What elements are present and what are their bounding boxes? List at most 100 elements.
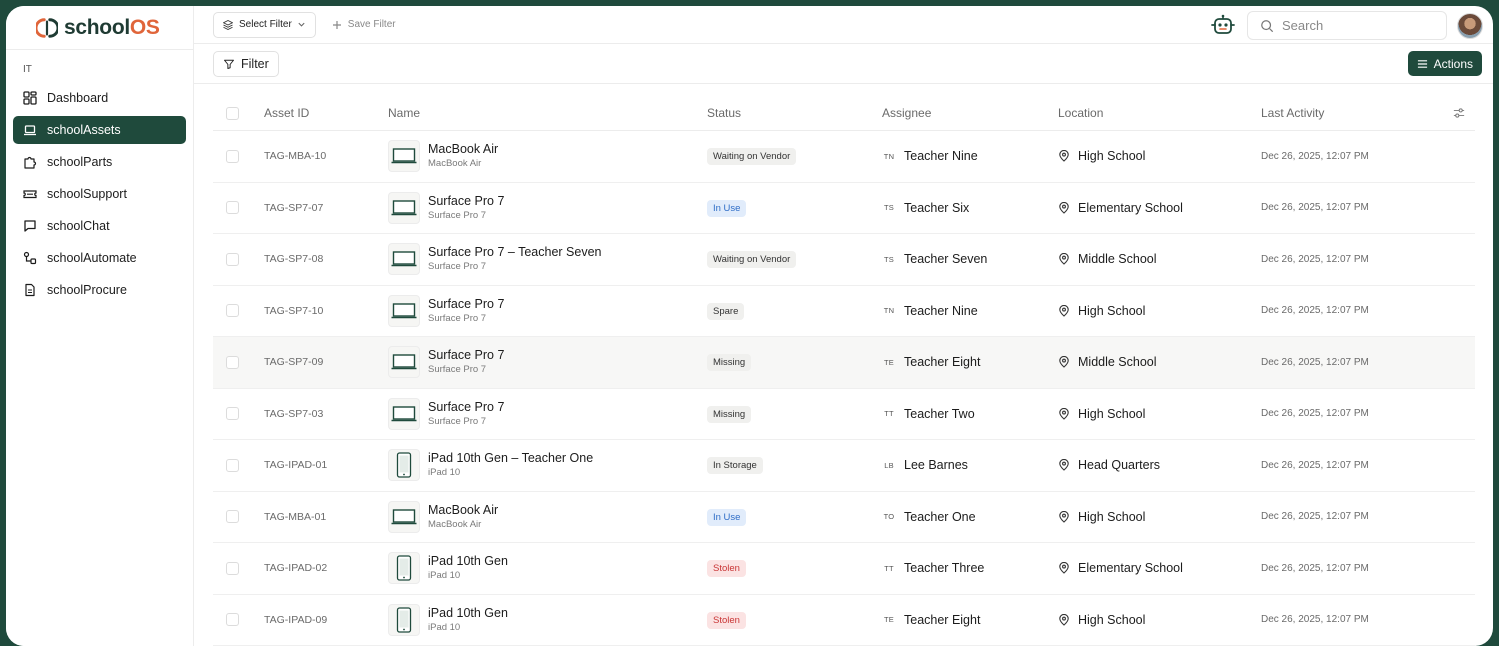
asset-id: TAG-MBA-01 bbox=[264, 511, 388, 523]
asset-name-cell[interactable]: MacBook AirMacBook Air bbox=[388, 501, 707, 533]
location-name: High School bbox=[1078, 407, 1145, 421]
sidebar-item-label: schoolAutomate bbox=[47, 251, 137, 265]
asset-model: Surface Pro 7 bbox=[428, 415, 504, 428]
save-filter-button[interactable]: Save Filter bbox=[332, 19, 396, 30]
location-pin bbox=[1058, 562, 1070, 574]
asset-name-cell[interactable]: Surface Pro 7Surface Pro 7 bbox=[388, 346, 707, 378]
header-assignee[interactable]: Assignee bbox=[882, 106, 1058, 120]
table-row[interactable]: TAG-SP7-03Surface Pro 7Surface Pro 7Miss… bbox=[213, 389, 1475, 441]
table-row[interactable]: TAG-MBA-10MacBook AirMacBook AirWaiting … bbox=[213, 131, 1475, 183]
sidebar-item-schoolparts[interactable]: schoolParts bbox=[13, 148, 186, 176]
sidebar-nav: Dashboard schoolAssets schoolParts schoolSu… bbox=[6, 84, 193, 304]
assignee-initials: TE bbox=[882, 615, 896, 624]
sidebar-item-schoolprocure[interactable]: schoolProcure bbox=[13, 276, 186, 304]
sidebar-item-schoolautomate[interactable]: schoolAutomate bbox=[13, 244, 186, 272]
assignee-cell[interactable]: TETeacher Eight bbox=[882, 355, 1058, 369]
column-settings-button[interactable] bbox=[1451, 107, 1475, 119]
sidebar-item-label: schoolSupport bbox=[47, 187, 127, 201]
assignee-initials: TT bbox=[882, 409, 896, 418]
assignee-cell[interactable]: TSTeacher Six bbox=[882, 201, 1058, 215]
asset-model: iPad 10 bbox=[428, 621, 508, 634]
status-cell: Waiting on Vendor bbox=[707, 147, 882, 165]
row-checkbox[interactable] bbox=[226, 562, 239, 575]
row-checkbox[interactable] bbox=[226, 150, 239, 163]
asset-id: TAG-SP7-07 bbox=[264, 202, 388, 214]
header-last-activity[interactable]: Last Activity bbox=[1261, 106, 1451, 120]
actions-label: Actions bbox=[1434, 57, 1473, 71]
asset-name-text: Surface Pro 7Surface Pro 7 bbox=[428, 297, 504, 325]
row-checkbox[interactable] bbox=[226, 613, 239, 626]
sidebar-item-schoolchat[interactable]: schoolChat bbox=[13, 212, 186, 240]
location-pin-icon bbox=[1058, 459, 1070, 471]
status-cell: In Use bbox=[707, 199, 882, 217]
asset-name-cell[interactable]: Surface Pro 7 – Teacher SevenSurface Pro… bbox=[388, 243, 707, 275]
row-checkbox[interactable] bbox=[226, 201, 239, 214]
assignee-cell[interactable]: TNTeacher Nine bbox=[882, 304, 1058, 318]
select-filter-dropdown[interactable]: Select Filter bbox=[213, 12, 316, 38]
sidebar-item-dashboard[interactable]: Dashboard bbox=[13, 84, 186, 112]
table-row[interactable]: TAG-MBA-01MacBook AirMacBook AirIn UseTO… bbox=[213, 492, 1475, 544]
select-all-checkbox[interactable] bbox=[226, 107, 239, 120]
filter-button[interactable]: Filter bbox=[213, 51, 279, 77]
asset-name-text: iPad 10th GeniPad 10 bbox=[428, 554, 508, 582]
table-row[interactable]: TAG-IPAD-02iPad 10th GeniPad 10StolenTTT… bbox=[213, 543, 1475, 595]
assignee-name: Teacher One bbox=[904, 510, 976, 524]
location-name: Head Quarters bbox=[1078, 458, 1160, 472]
row-checkbox[interactable] bbox=[226, 356, 239, 369]
search-icon bbox=[1260, 19, 1274, 33]
location-pin bbox=[1058, 511, 1070, 523]
location-cell: Elementary School bbox=[1058, 561, 1261, 575]
status-cell: In Use bbox=[707, 508, 882, 526]
location-cell: High School bbox=[1058, 510, 1261, 524]
device-thumbnail bbox=[388, 552, 420, 584]
user-avatar[interactable] bbox=[1457, 13, 1483, 39]
status-badge: Spare bbox=[707, 303, 744, 320]
table-row[interactable]: TAG-IPAD-01iPad 10th Gen – Teacher OneiP… bbox=[213, 440, 1475, 492]
assignee-cell[interactable]: TTTeacher Three bbox=[882, 561, 1058, 575]
header-status[interactable]: Status bbox=[707, 106, 882, 120]
assignee-cell[interactable]: TOTeacher One bbox=[882, 510, 1058, 524]
logo[interactable]: schoolOS bbox=[6, 6, 193, 50]
actions-button[interactable]: Actions bbox=[1408, 51, 1482, 76]
sidebar-item-schoolassets[interactable]: schoolAssets bbox=[13, 116, 186, 144]
header-asset-id[interactable]: Asset ID bbox=[264, 106, 388, 120]
row-checkbox[interactable] bbox=[226, 407, 239, 420]
assignee-cell[interactable]: TNTeacher Nine bbox=[882, 149, 1058, 163]
laptop-icon bbox=[391, 147, 417, 165]
asset-model: iPad 10 bbox=[428, 569, 508, 582]
document-icon bbox=[23, 283, 37, 297]
asset-model: Surface Pro 7 bbox=[428, 209, 504, 222]
assignee-cell[interactable]: TSTeacher Seven bbox=[882, 252, 1058, 266]
asset-name-cell[interactable]: iPad 10th Gen – Teacher OneiPad 10 bbox=[388, 449, 707, 481]
location-pin-icon bbox=[1058, 202, 1070, 214]
row-checkbox-cell bbox=[213, 613, 264, 626]
asset-name: iPad 10th Gen – Teacher One bbox=[428, 451, 593, 466]
sidebar-item-schoolsupport[interactable]: schoolSupport bbox=[13, 180, 186, 208]
table-row[interactable]: TAG-IPAD-09iPad 10th GeniPad 10StolenTET… bbox=[213, 595, 1475, 646]
table-row[interactable]: TAG-SP7-10Surface Pro 7Surface Pro 7Spar… bbox=[213, 286, 1475, 338]
asset-name-cell[interactable]: iPad 10th GeniPad 10 bbox=[388, 604, 707, 636]
assignee-initials: TS bbox=[882, 203, 896, 212]
table-row[interactable]: TAG-SP7-08Surface Pro 7 – Teacher SevenS… bbox=[213, 234, 1475, 286]
assignee-cell[interactable]: TTTeacher Two bbox=[882, 407, 1058, 421]
header-location[interactable]: Location bbox=[1058, 106, 1261, 120]
tablet-icon bbox=[396, 452, 412, 478]
assignee-cell[interactable]: LBLee Barnes bbox=[882, 458, 1058, 472]
row-checkbox[interactable] bbox=[226, 304, 239, 317]
device-thumbnail bbox=[388, 604, 420, 636]
asset-name-cell[interactable]: Surface Pro 7Surface Pro 7 bbox=[388, 192, 707, 224]
assistant-bot-button[interactable] bbox=[1209, 12, 1237, 40]
row-checkbox[interactable] bbox=[226, 253, 239, 266]
asset-name-cell[interactable]: Surface Pro 7Surface Pro 7 bbox=[388, 398, 707, 430]
header-name[interactable]: Name bbox=[388, 106, 707, 120]
row-checkbox[interactable] bbox=[226, 510, 239, 523]
table-row[interactable]: TAG-SP7-09Surface Pro 7Surface Pro 7Miss… bbox=[213, 337, 1475, 389]
table-row[interactable]: TAG-SP7-07Surface Pro 7Surface Pro 7In U… bbox=[213, 183, 1475, 235]
asset-name-cell[interactable]: Surface Pro 7Surface Pro 7 bbox=[388, 295, 707, 327]
asset-name-cell[interactable]: MacBook AirMacBook Air bbox=[388, 140, 707, 172]
row-checkbox-cell bbox=[213, 510, 264, 523]
search-input[interactable]: Search bbox=[1247, 11, 1447, 40]
row-checkbox[interactable] bbox=[226, 459, 239, 472]
tablet-icon bbox=[396, 555, 412, 581]
asset-name-cell[interactable]: iPad 10th GeniPad 10 bbox=[388, 552, 707, 584]
